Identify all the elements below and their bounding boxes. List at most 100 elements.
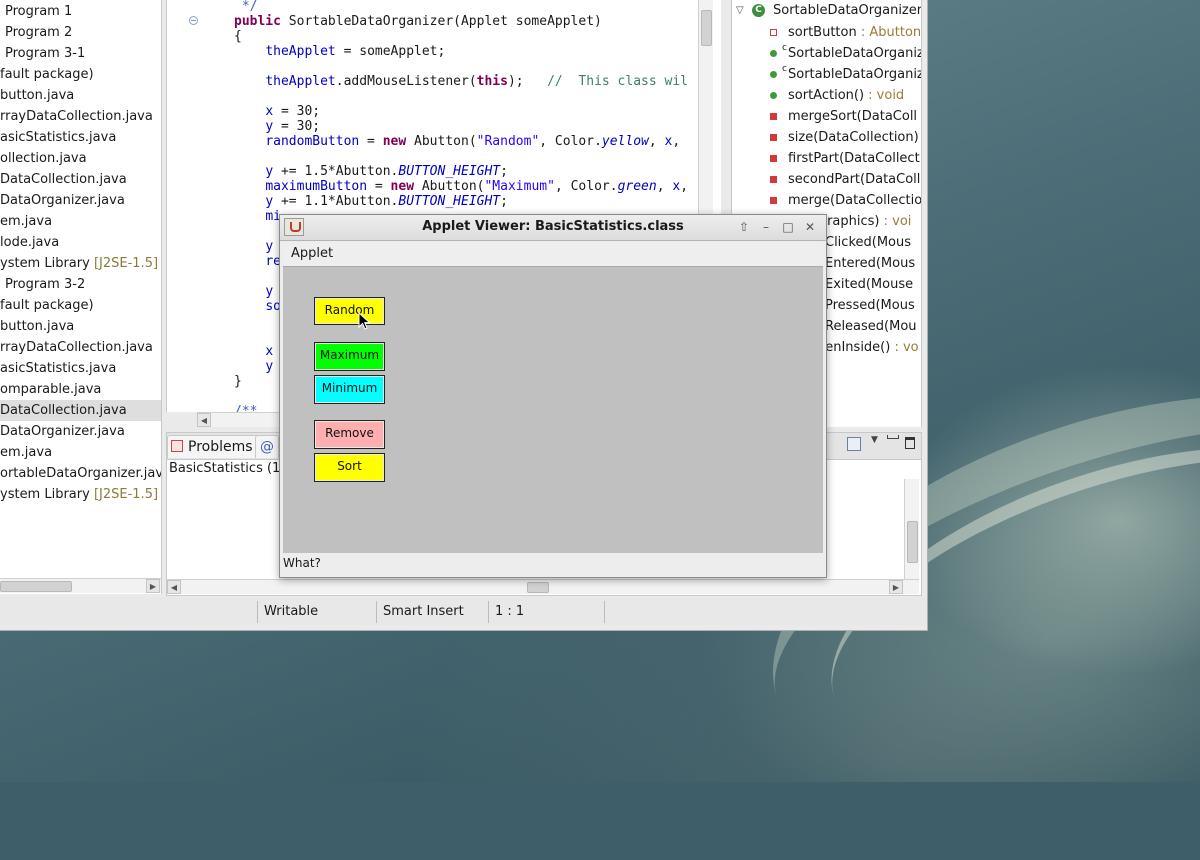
code-line[interactable]: { [234, 29, 242, 44]
package-explorer-item[interactable]: button.java [0, 85, 74, 106]
code-line[interactable]: y [234, 284, 273, 299]
outline-item[interactable]: mergeSort(DataColl [732, 106, 921, 127]
package-explorer-hscroll[interactable]: ▶ [0, 578, 161, 593]
scroll-left-arrow-icon[interactable]: ◀ [197, 413, 211, 427]
scroll-left-arrow-icon[interactable]: ◀ [167, 580, 181, 594]
minimum-button[interactable]: Minimum [314, 375, 385, 404]
package-explorer-item[interactable]: ollection.java [0, 148, 87, 169]
applet-title-bar[interactable]: Applet Viewer: BasicStatistics.class ⇧ –… [280, 215, 826, 241]
package-explorer-item-label: rrayDataCollection.java [0, 109, 153, 124]
scroll-thumb[interactable] [907, 521, 918, 563]
status-insert-mode: Smart Insert [376, 601, 483, 623]
package-explorer-item[interactable]: em.java [0, 442, 52, 463]
package-explorer-item[interactable]: DataCollection.java [0, 400, 161, 421]
code-line[interactable]: so [234, 299, 281, 314]
code-line[interactable]: re [234, 254, 281, 269]
outline-item[interactable]: firstPart(DataCollect [732, 148, 921, 169]
applet-canvas[interactable]: Random Maximum Minimum Remove Sort [283, 267, 823, 553]
code-line[interactable]: y += 1.5*Abutton.BUTTON_HEIGHT; [234, 164, 508, 179]
package-explorer-item[interactable]: asicStatistics.java [0, 358, 116, 379]
remove-button[interactable]: Remove [314, 420, 385, 449]
package-explorer-item[interactable]: Program 1 [0, 1, 72, 22]
scroll-thumb[interactable] [0, 581, 72, 592]
package-explorer-item-label: button.java [0, 319, 75, 334]
package-explorer-item[interactable]: rrayDataCollection.java [0, 106, 153, 127]
package-explorer-item[interactable]: Program 3-2 [0, 274, 85, 295]
code-line[interactable]: y = 30; [234, 119, 320, 134]
code-line[interactable]: x = 30; [234, 104, 320, 119]
code-line[interactable]: theApplet = someApplet; [234, 44, 445, 59]
package-explorer-item[interactable]: DataCollection.java [0, 169, 127, 190]
package-explorer-item[interactable]: fault package) [0, 295, 94, 316]
code-line[interactable]: randomButton = new Abutton("Random", Col… [234, 134, 680, 149]
outline-item[interactable]: sortAction() : void [732, 85, 921, 106]
outline-item[interactable]: c SortableDataOrganiz [732, 43, 921, 64]
code-token: BUTTON_HEIGHT [398, 194, 501, 209]
menu-applet[interactable]: Applet [291, 246, 333, 261]
outline-item[interactable]: merge(DataCollectio [732, 190, 921, 211]
code-token: */ [234, 0, 258, 14]
outline-item[interactable]: size(DataCollection) [732, 127, 921, 148]
outline-item-label: SortableDataOrganiz [788, 67, 922, 82]
scroll-right-arrow-icon[interactable]: ▶ [889, 580, 903, 594]
package-explorer-item[interactable]: button.java [0, 316, 74, 337]
fold-toggle-icon[interactable]: − [189, 16, 198, 25]
outline-item[interactable]: c SortableDataOrganiz [732, 64, 921, 85]
code-line[interactable]: x [234, 344, 273, 359]
package-explorer-item[interactable]: Program 3-1 [0, 43, 85, 64]
package-explorer-item[interactable]: lode.java [0, 232, 59, 253]
code-line[interactable]: y [234, 239, 273, 254]
minimize-view-icon[interactable] [887, 435, 899, 439]
scroll-right-arrow-icon[interactable]: ▶ [146, 579, 160, 593]
outline-item[interactable]: sortButton : Abutton [732, 22, 921, 43]
maximum-button[interactable]: Maximum [314, 342, 385, 371]
sort-button[interactable]: Sort [314, 453, 385, 482]
code-line[interactable]: */ [234, 0, 258, 14]
scroll-thumb[interactable] [701, 10, 712, 46]
package-explorer-item[interactable]: ortableDataOrganizer.java [0, 463, 161, 484]
package-explorer-item[interactable]: ystem Library [J2SE-1.5] [0, 253, 158, 274]
package-explorer-item[interactable]: fault package) [0, 64, 94, 85]
close-icon[interactable]: ✕ [802, 220, 818, 236]
code-line[interactable]: /** [234, 404, 257, 412]
code-token: /** [234, 404, 258, 412]
maximize-view-icon[interactable] [905, 437, 915, 449]
code-line[interactable]: y [234, 359, 273, 374]
package-explorer-item-label: Program 2 [5, 25, 73, 40]
scroll-thumb[interactable] [527, 582, 549, 593]
code-line[interactable]: maximumButton = new Abutton("Maximum", C… [234, 179, 688, 194]
package-explorer-item[interactable]: em.java [0, 211, 52, 232]
package-explorer-item[interactable]: rrayDataCollection.java [0, 337, 153, 358]
tab-javadoc[interactable]: @ [255, 435, 279, 458]
package-explorer-item[interactable]: DataOrganizer.java [0, 421, 125, 442]
applet-menu-bar: Applet [283, 243, 823, 267]
dropdown-arrow-icon[interactable]: ▼ [871, 435, 878, 445]
code-token: new [382, 134, 415, 149]
collapse-triangle-icon[interactable]: ▽ [736, 0, 744, 21]
package-explorer-item-label: em.java [0, 214, 53, 229]
tab-problems[interactable]: Problems [167, 435, 260, 458]
code-line[interactable]: } [234, 374, 242, 389]
maximize-icon[interactable]: □ [780, 220, 796, 236]
minimize-icon[interactable]: – [758, 220, 774, 236]
random-button[interactable]: Random [314, 297, 385, 325]
problems-hscroll[interactable]: ◀ ▶ [167, 579, 919, 594]
code-token: x [672, 179, 681, 194]
code-token: SortableDataOrganizer(Applet someApplet) [288, 14, 602, 29]
problems-vscroll[interactable] [904, 479, 919, 579]
package-explorer-item[interactable]: asicStatistics.java [0, 127, 116, 148]
package-explorer-item[interactable]: Program 2 [0, 22, 72, 43]
package-explorer-item[interactable]: ystem Library [J2SE-1.5] [0, 484, 158, 505]
shade-up-icon[interactable]: ⇧ [736, 220, 752, 236]
package-explorer-item[interactable]: DataOrganizer.java [0, 190, 125, 211]
package-explorer-item-label: rrayDataCollection.java [0, 340, 153, 355]
code-line[interactable]: theApplet.addMouseListener(this); // Thi… [234, 74, 688, 89]
code-line[interactable]: public SortableDataOrganizer(Applet some… [234, 14, 602, 29]
new-view-icon[interactable] [847, 437, 861, 451]
code-token: , [680, 179, 689, 194]
package-explorer-item[interactable]: omparable.java [0, 379, 101, 400]
code-line[interactable]: y += 1.1*Abutton.BUTTON_HEIGHT; [234, 194, 508, 209]
code-line[interactable]: mi [234, 209, 281, 224]
outline-item[interactable]: secondPart(DataColl [732, 169, 921, 190]
